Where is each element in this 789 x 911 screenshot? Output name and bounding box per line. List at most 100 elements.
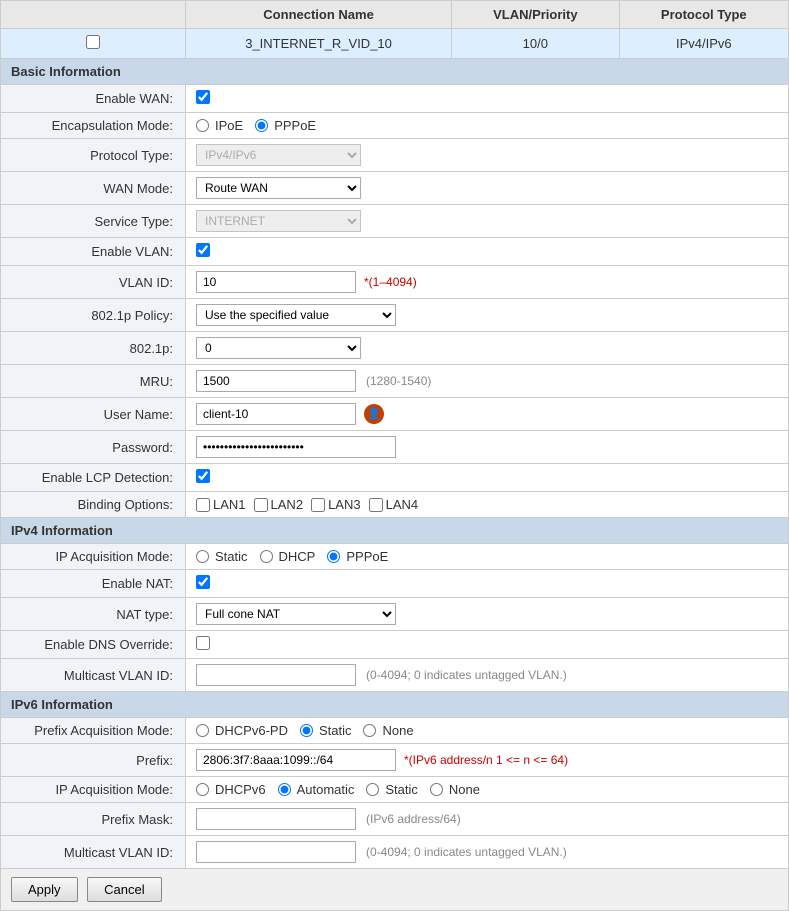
lan2-option[interactable]: LAN2 bbox=[254, 497, 304, 512]
vlan-id-input[interactable] bbox=[196, 271, 356, 293]
pppoe-option[interactable]: PPPoE bbox=[255, 118, 316, 133]
ipv6-none-option[interactable]: None bbox=[430, 782, 480, 797]
prefix-static-label: Static bbox=[319, 723, 352, 738]
p-8021p-select[interactable]: 0123 4567 bbox=[196, 337, 361, 359]
automatic-option[interactable]: Automatic bbox=[278, 782, 355, 797]
enable-lcp-row: Enable LCP Detection: bbox=[1, 464, 789, 492]
service-type-label: Service Type: bbox=[1, 205, 186, 238]
dhcpv6-option[interactable]: DHCPv6 bbox=[196, 782, 266, 797]
ipv4-multicast-vlan-hint: (0-4094; 0 indicates untagged VLAN.) bbox=[366, 668, 567, 682]
cancel-button[interactable]: Cancel bbox=[87, 877, 161, 902]
dhcpv6pd-radio[interactable] bbox=[196, 724, 209, 737]
password-value bbox=[186, 431, 789, 464]
ipv6-none-label: None bbox=[449, 782, 480, 797]
vlan-priority-cell: 10/0 bbox=[452, 29, 619, 59]
enable-nat-checkbox[interactable] bbox=[196, 575, 210, 589]
ipv4-dhcp-radio[interactable] bbox=[260, 550, 273, 563]
enable-lcp-checkbox[interactable] bbox=[196, 469, 210, 483]
lan2-label: LAN2 bbox=[271, 497, 304, 512]
dhcpv6pd-label: DHCPv6-PD bbox=[215, 723, 288, 738]
connection-name-cell: 3_INTERNET_R_VID_10 bbox=[186, 29, 452, 59]
ipv4-static-radio[interactable] bbox=[196, 550, 209, 563]
ipv6-static-option[interactable]: Static bbox=[366, 782, 418, 797]
enable-dns-checkbox[interactable] bbox=[196, 636, 210, 650]
mru-hint: (1280-1540) bbox=[366, 374, 431, 388]
p-8021p-value: 0123 4567 bbox=[186, 332, 789, 365]
ipoE-option[interactable]: IPoE bbox=[196, 118, 243, 133]
ipv4-pppoe-option[interactable]: PPPoE bbox=[327, 549, 388, 564]
ipv6-static-radio[interactable] bbox=[366, 783, 379, 796]
apply-button[interactable]: Apply bbox=[11, 877, 78, 902]
prefix-static-radio[interactable] bbox=[300, 724, 313, 737]
protocol-type-cell: IPv4/IPv6 bbox=[619, 29, 788, 59]
lan3-label: LAN3 bbox=[328, 497, 361, 512]
service-type-select[interactable]: INTERNET bbox=[196, 210, 361, 232]
password-label: Password: bbox=[1, 431, 186, 464]
lan1-checkbox[interactable] bbox=[196, 498, 210, 512]
mru-input[interactable] bbox=[196, 370, 356, 392]
dhcpv6-radio[interactable] bbox=[196, 783, 209, 796]
username-input[interactable] bbox=[196, 403, 356, 425]
p-8021p-row: 802.1p: 0123 4567 bbox=[1, 332, 789, 365]
enable-nat-label: Enable NAT: bbox=[1, 570, 186, 598]
ipv4-dhcp-label: DHCP bbox=[279, 549, 316, 564]
dhcpv6-label: DHCPv6 bbox=[215, 782, 266, 797]
wan-mode-select[interactable]: Route WAN Bridge WAN bbox=[196, 177, 361, 199]
pppoe-radio[interactable] bbox=[255, 119, 268, 132]
enable-vlan-value bbox=[186, 238, 789, 266]
protocol-type-select[interactable]: IPv4/IPv6 bbox=[196, 144, 361, 166]
ipv6-multicast-vlan-input[interactable] bbox=[196, 841, 356, 863]
lan4-checkbox[interactable] bbox=[369, 498, 383, 512]
ipv6-multicast-vlan-value: (0-4094; 0 indicates untagged VLAN.) bbox=[186, 836, 789, 869]
ipv6-multicast-vlan-row: Multicast VLAN ID: (0-4094; 0 indicates … bbox=[1, 836, 789, 869]
prefix-static-option[interactable]: Static bbox=[300, 723, 352, 738]
dhcpv6pd-option[interactable]: DHCPv6-PD bbox=[196, 723, 288, 738]
ipv4-info-label: IPv4 Information bbox=[1, 518, 789, 544]
mru-value: (1280-1540) bbox=[186, 365, 789, 398]
wan-mode-row: WAN Mode: Route WAN Bridge WAN bbox=[1, 172, 789, 205]
enable-vlan-checkbox[interactable] bbox=[196, 243, 210, 257]
username-value: 👤 bbox=[186, 398, 789, 431]
ipv6-none-radio[interactable] bbox=[430, 783, 443, 796]
automatic-radio[interactable] bbox=[278, 783, 291, 796]
col-connection-name: Connection Name bbox=[186, 1, 452, 29]
ipv4-multicast-vlan-label: Multicast VLAN ID: bbox=[1, 659, 186, 692]
wan-mode-label: WAN Mode: bbox=[1, 172, 186, 205]
ipv6-ip-acquisition-row: IP Acquisition Mode: DHCPv6 Automatic St… bbox=[1, 777, 789, 803]
enable-dns-label: Enable DNS Override: bbox=[1, 631, 186, 659]
ipoE-radio[interactable] bbox=[196, 119, 209, 132]
prefix-none-option[interactable]: None bbox=[363, 723, 413, 738]
lan1-label: LAN1 bbox=[213, 497, 246, 512]
prefix-none-label: None bbox=[382, 723, 413, 738]
prefix-acquisition-row: Prefix Acquisition Mode: DHCPv6-PD Stati… bbox=[1, 718, 789, 744]
lan3-option[interactable]: LAN3 bbox=[311, 497, 361, 512]
lan3-checkbox[interactable] bbox=[311, 498, 325, 512]
prefix-mask-input[interactable] bbox=[196, 808, 356, 830]
lan4-option[interactable]: LAN4 bbox=[369, 497, 419, 512]
ipv4-pppoe-radio[interactable] bbox=[327, 550, 340, 563]
vlan-id-hint: *(1–4094) bbox=[364, 275, 417, 289]
nat-type-select[interactable]: Full cone NAT Restricted cone NAT Port r… bbox=[196, 603, 396, 625]
lan2-checkbox[interactable] bbox=[254, 498, 268, 512]
nat-type-label: NAT type: bbox=[1, 598, 186, 631]
prefix-input[interactable] bbox=[196, 749, 396, 771]
enable-lcp-value bbox=[186, 464, 789, 492]
username-label: User Name: bbox=[1, 398, 186, 431]
policy-8021p-select[interactable]: Use the specified value Copy from inner … bbox=[196, 304, 396, 326]
password-input[interactable] bbox=[196, 436, 396, 458]
enable-lcp-label: Enable LCP Detection: bbox=[1, 464, 186, 492]
lan1-option[interactable]: LAN1 bbox=[196, 497, 246, 512]
person-icon[interactable]: 👤 bbox=[364, 404, 384, 424]
row-checkbox[interactable] bbox=[86, 35, 100, 49]
prefix-none-radio[interactable] bbox=[363, 724, 376, 737]
ipv4-dhcp-option[interactable]: DHCP bbox=[260, 549, 316, 564]
ipv6-info-label: IPv6 Information bbox=[1, 692, 789, 718]
ipv4-multicast-vlan-input[interactable] bbox=[196, 664, 356, 686]
service-type-value: INTERNET bbox=[186, 205, 789, 238]
mru-label: MRU: bbox=[1, 365, 186, 398]
enable-wan-checkbox[interactable] bbox=[196, 90, 210, 104]
protocol-type-label: Protocol Type: bbox=[1, 139, 186, 172]
ipv4-static-option[interactable]: Static bbox=[196, 549, 248, 564]
enable-vlan-row: Enable VLAN: bbox=[1, 238, 789, 266]
basic-info-section: Basic Information bbox=[1, 59, 789, 85]
